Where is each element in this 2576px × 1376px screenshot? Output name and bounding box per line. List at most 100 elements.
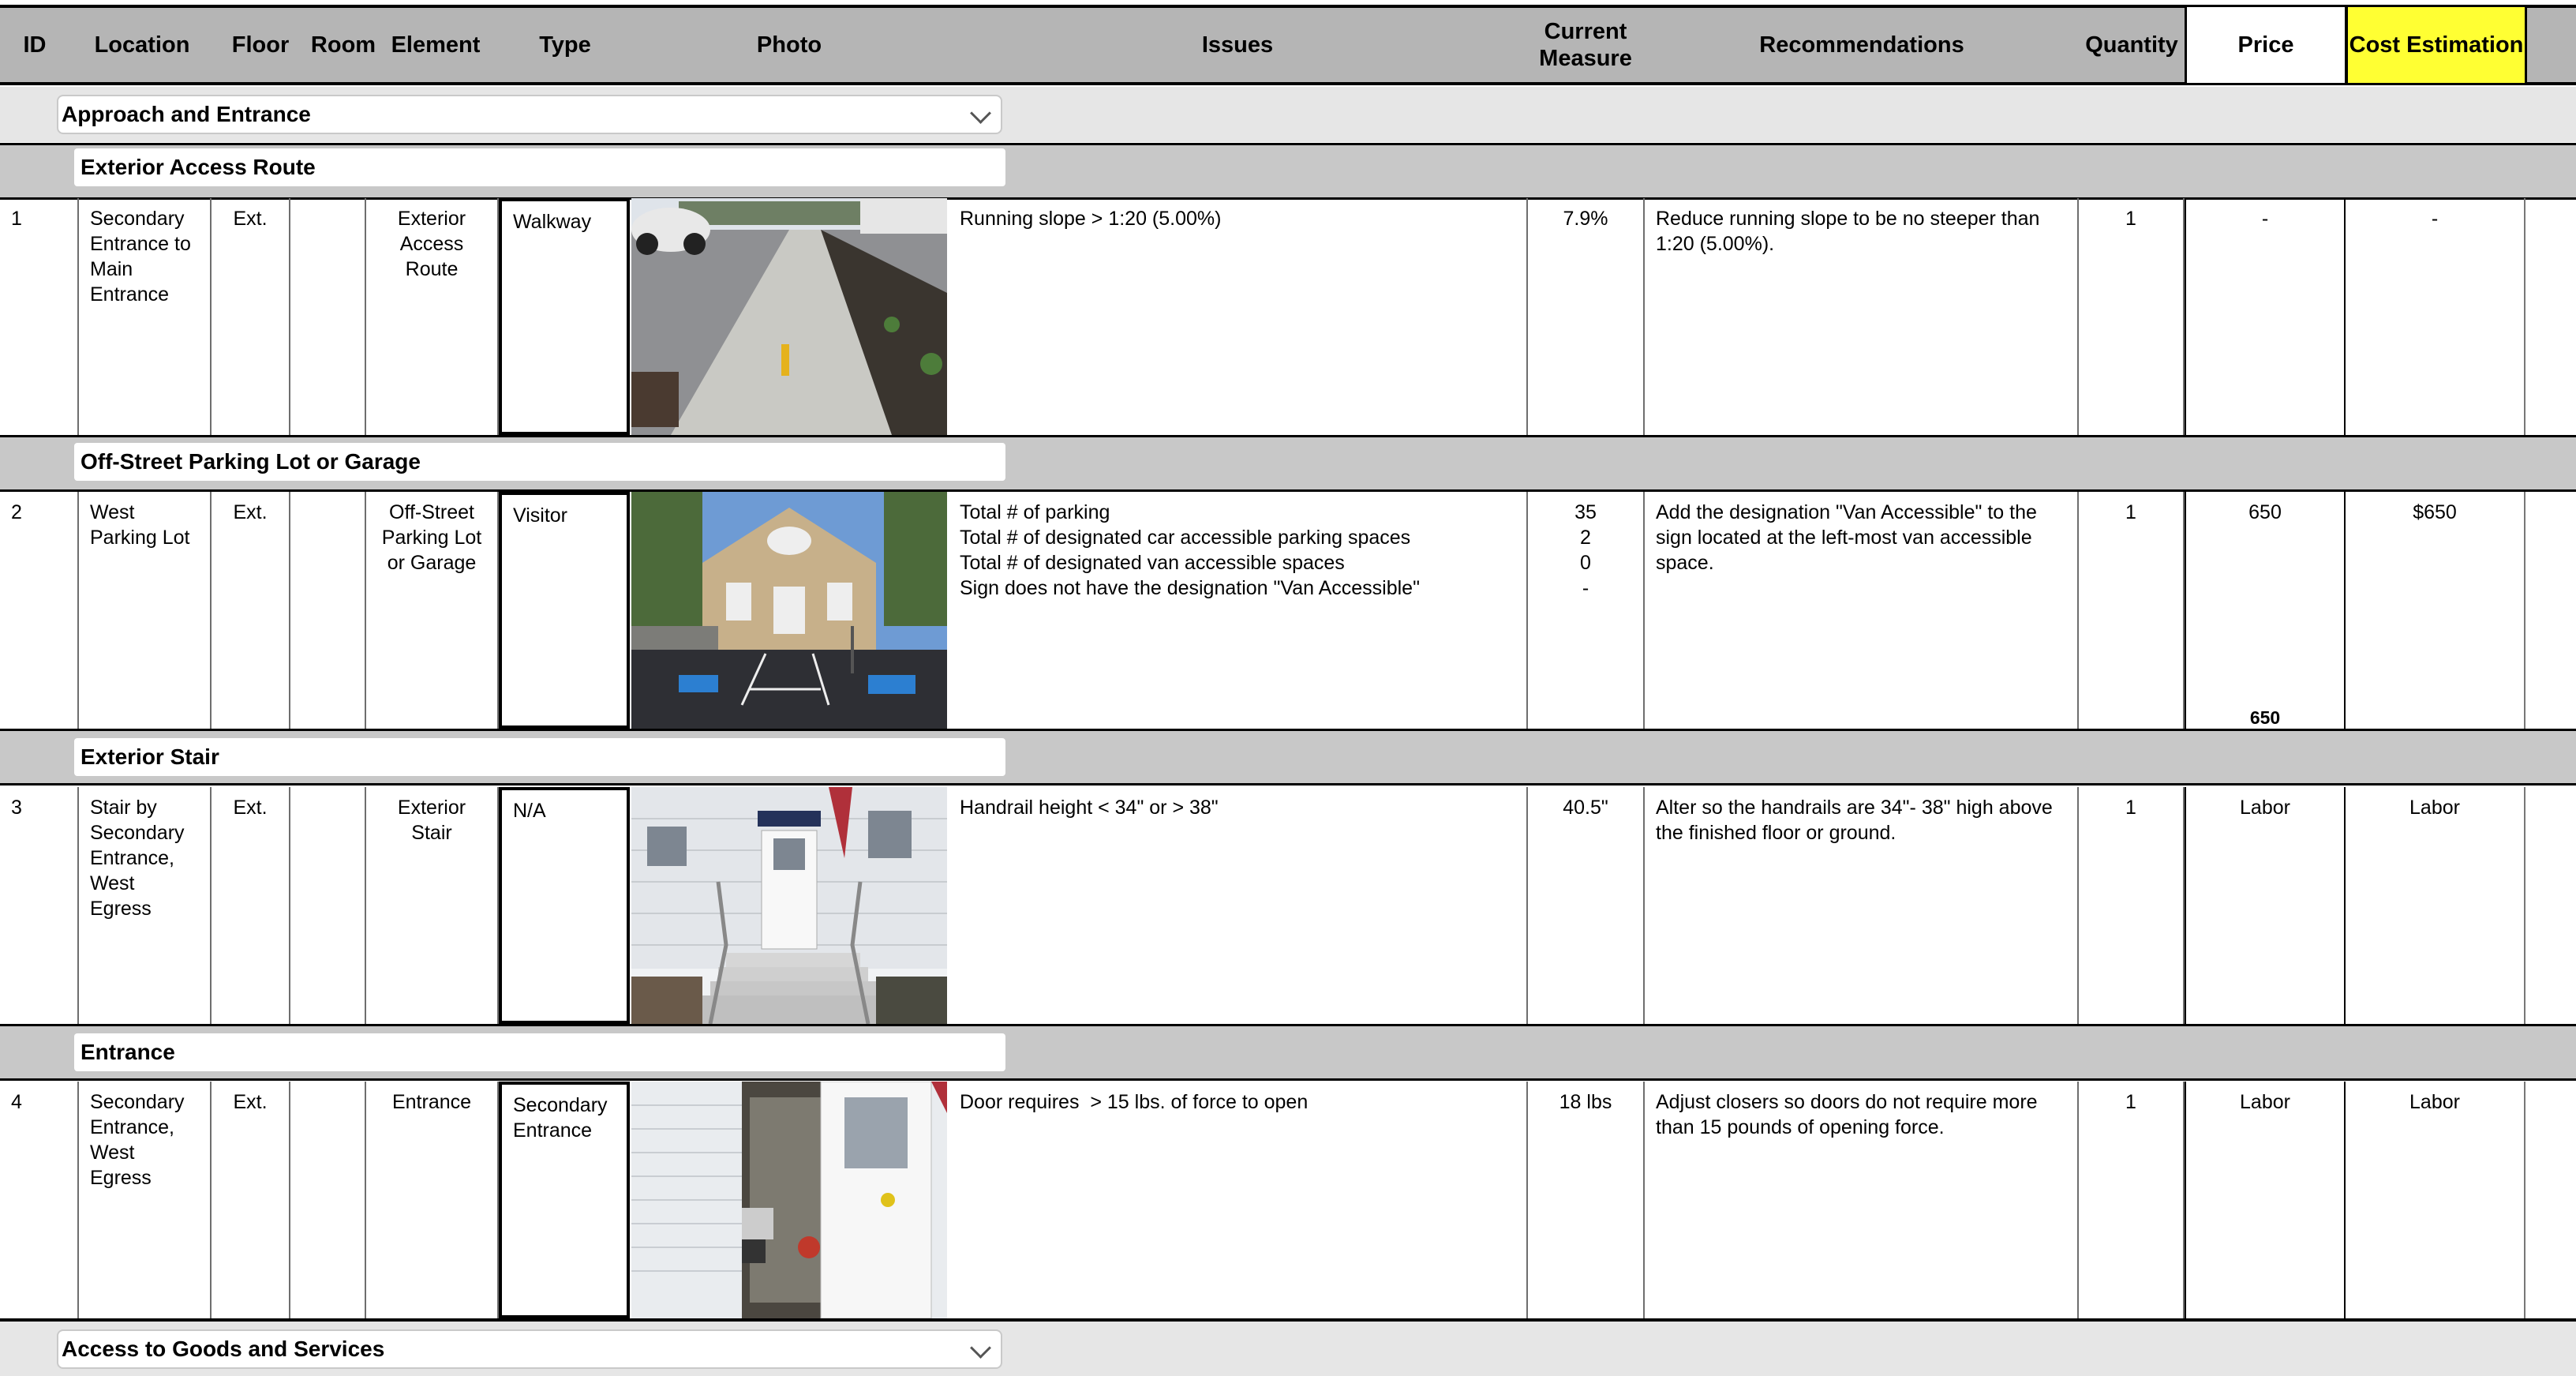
cell-element: Exterior Stair xyxy=(366,787,499,1024)
table-row: 1 Secondary Entrance to Main Entrance Ex… xyxy=(0,198,2576,435)
cell-element: Entrance xyxy=(366,1082,499,1318)
price-subtotal: 650 xyxy=(2249,707,2281,728)
cell-location: Secondary Entrance to Main Entrance xyxy=(79,198,212,435)
cell-id: 1 xyxy=(0,198,79,435)
cell-room xyxy=(290,1082,366,1318)
cell-cost: - xyxy=(2346,198,2525,435)
category-select[interactable]: Access to Goods and Services xyxy=(57,1329,1002,1369)
cell-floor: Ext. xyxy=(212,787,290,1024)
measure-line: 2 xyxy=(1580,527,1591,549)
subsection-title[interactable]: Exterior Access Route xyxy=(74,148,1005,186)
cell-type: Visitor xyxy=(499,492,630,729)
issue-line: Sign does not have the designation "Van … xyxy=(960,577,1420,599)
cell-recommendations: Adjust closers so doors do not require m… xyxy=(1645,1082,2079,1318)
cell-issues: Total # of parking Total # of designated… xyxy=(949,492,1528,729)
cell-location: Stair by Secondary Entrance, West Egress xyxy=(79,787,212,1024)
issue-line: Total # of designated car accessible par… xyxy=(960,527,1411,549)
header-cost-estimation: Cost Estimation xyxy=(2346,5,2527,85)
cell-cost: $650 xyxy=(2346,492,2525,729)
cell-room xyxy=(290,787,366,1024)
cell-issues: Handrail height < 34" or > 38" xyxy=(949,787,1528,1024)
subsection-title[interactable]: Off-Street Parking Lot or Garage xyxy=(74,443,1005,481)
cell-measure: 7.9% xyxy=(1528,198,1645,435)
cell-id: 4 xyxy=(0,1082,79,1318)
cell-recommendations: Reduce running slope to be no steeper th… xyxy=(1645,198,2079,435)
cell-recommendations: Add the designation "Van Accessible" to … xyxy=(1645,492,2079,729)
header-quantity: Quantity xyxy=(2085,32,2178,58)
cell-id: 3 xyxy=(0,787,79,1024)
cell-quantity: 1 xyxy=(2079,492,2185,729)
header-type: Type xyxy=(539,32,591,58)
measure-line: 0 xyxy=(1580,552,1591,574)
table-row: 4 Secondary Entrance, West Egress Ext. E… xyxy=(0,1082,2576,1318)
cell-price: Labor xyxy=(2185,1082,2346,1318)
chevron-down-icon[interactable] xyxy=(970,103,991,124)
cell-type: Walkway xyxy=(499,198,630,435)
header-photo: Photo xyxy=(756,32,822,58)
issue-line: Running slope > 1:20 (5.00%) xyxy=(960,208,1222,230)
cell-id: 2 xyxy=(0,492,79,729)
cell-cost: Labor xyxy=(2346,787,2525,1024)
header-current-measure: Current Measure xyxy=(1539,19,1632,71)
cell-spacer xyxy=(2525,787,2576,1024)
cell-measure: 18 lbs xyxy=(1528,1082,1645,1318)
parking-lot-photo xyxy=(631,492,947,729)
cell-cost: Labor xyxy=(2346,1082,2525,1318)
subsection-title[interactable]: Exterior Stair xyxy=(74,738,1005,776)
category-label: Access to Goods and Services xyxy=(62,1337,385,1361)
issue-line: Handrail height < 34" or > 38" xyxy=(960,797,1219,819)
header-recommendations: Recommendations xyxy=(1759,32,1964,58)
cell-price: Labor xyxy=(2185,787,2346,1024)
header-element: Element xyxy=(391,32,481,58)
subsection-label: Exterior Access Route xyxy=(80,155,316,179)
cell-measure: 40.5" xyxy=(1528,787,1645,1024)
cell-issues: Door requires > 15 lbs. of force to open xyxy=(949,1082,1528,1318)
price-value: 650 xyxy=(2248,501,2282,523)
measure-line: 18 lbs xyxy=(1559,1091,1612,1113)
header-id: ID xyxy=(23,32,47,58)
header-location: Location xyxy=(94,32,190,58)
table-row: 3 Stair by Secondary Entrance, West Egre… xyxy=(0,787,2576,1024)
entrance-door-photo xyxy=(631,1082,947,1318)
cell-price: - xyxy=(2185,198,2346,435)
cell-location: Secondary Entrance, West Egress xyxy=(79,1082,212,1318)
cell-type: N/A xyxy=(499,787,630,1024)
cell-quantity: 1 xyxy=(2079,787,2185,1024)
issue-line: Total # of designated van accessible spa… xyxy=(960,552,1345,574)
header-price: Price xyxy=(2185,5,2347,85)
chevron-down-icon[interactable] xyxy=(970,1337,991,1359)
cell-floor: Ext. xyxy=(212,1082,290,1318)
subsection-label: Entrance xyxy=(80,1040,175,1064)
issue-line: Door requires > 15 lbs. of force to open xyxy=(960,1091,1309,1113)
cell-type: Secondary Entrance xyxy=(499,1082,630,1318)
cell-spacer xyxy=(2525,492,2576,729)
subsection-label: Exterior Stair xyxy=(80,744,219,769)
subsection-label: Off-Street Parking Lot or Garage xyxy=(80,449,421,474)
measure-line: - xyxy=(1582,577,1589,599)
category-label: Approach and Entrance xyxy=(62,102,311,126)
cell-element: Off-Street Parking Lot or Garage xyxy=(366,492,499,729)
cell-floor: Ext. xyxy=(212,198,290,435)
subsection-title[interactable]: Entrance xyxy=(74,1033,1005,1071)
cell-element: Exterior Access Route xyxy=(366,198,499,435)
header-issues: Issues xyxy=(1201,32,1274,58)
stair-photo xyxy=(631,787,947,1024)
table-row: 2 West Parking Lot Ext. Off-Street Parki… xyxy=(0,492,2576,729)
cell-quantity: 1 xyxy=(2079,198,2185,435)
cell-quantity: 1 xyxy=(2079,1082,2185,1318)
measure-line: 35 xyxy=(1574,501,1597,523)
cell-floor: Ext. xyxy=(212,492,290,729)
cell-spacer xyxy=(2525,198,2576,435)
cell-room xyxy=(290,198,366,435)
cell-spacer xyxy=(2525,1082,2576,1318)
cell-recommendations: Alter so the handrails are 34"- 38" high… xyxy=(1645,787,2079,1024)
cell-issues: Running slope > 1:20 (5.00%) xyxy=(949,198,1528,435)
cell-price: 650 650 xyxy=(2185,492,2346,729)
category-select[interactable]: Approach and Entrance xyxy=(57,95,1002,134)
measure-line: 7.9% xyxy=(1563,208,1608,230)
issue-line: Total # of parking xyxy=(960,501,1110,523)
walkway-photo xyxy=(631,198,947,435)
cell-measure: 35 2 0 - xyxy=(1528,492,1645,729)
cell-location: West Parking Lot xyxy=(79,492,212,729)
cell-room xyxy=(290,492,366,729)
